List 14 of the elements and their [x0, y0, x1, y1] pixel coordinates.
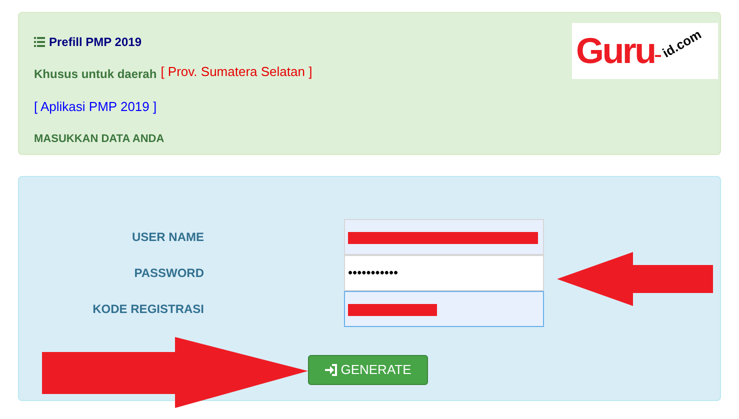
sign-in-icon — [324, 364, 338, 376]
instruction-text: MASUKKAN DATA ANDA — [34, 132, 166, 146]
input-field[interactable] — [344, 291, 544, 327]
input-field[interactable]: ••••••••••• — [344, 255, 544, 291]
password-value: ••••••••••• — [348, 264, 398, 282]
panel-title: Prefill PMP 2019 — [49, 34, 142, 51]
field-label: USER NAME — [130, 229, 204, 246]
field-label: PASSWORD — [133, 265, 204, 282]
field-label: KODE REGISTRASI — [92, 301, 204, 318]
app-label: [ Aplikasi PMP 2019 ] — [34, 98, 158, 116]
list-icon — [34, 37, 45, 47]
input-field[interactable] — [344, 219, 544, 255]
region-text: [ Prov. Sumatera Selatan ] — [160, 65, 312, 81]
region-label: Khusus untuk daerah — [34, 66, 157, 83]
